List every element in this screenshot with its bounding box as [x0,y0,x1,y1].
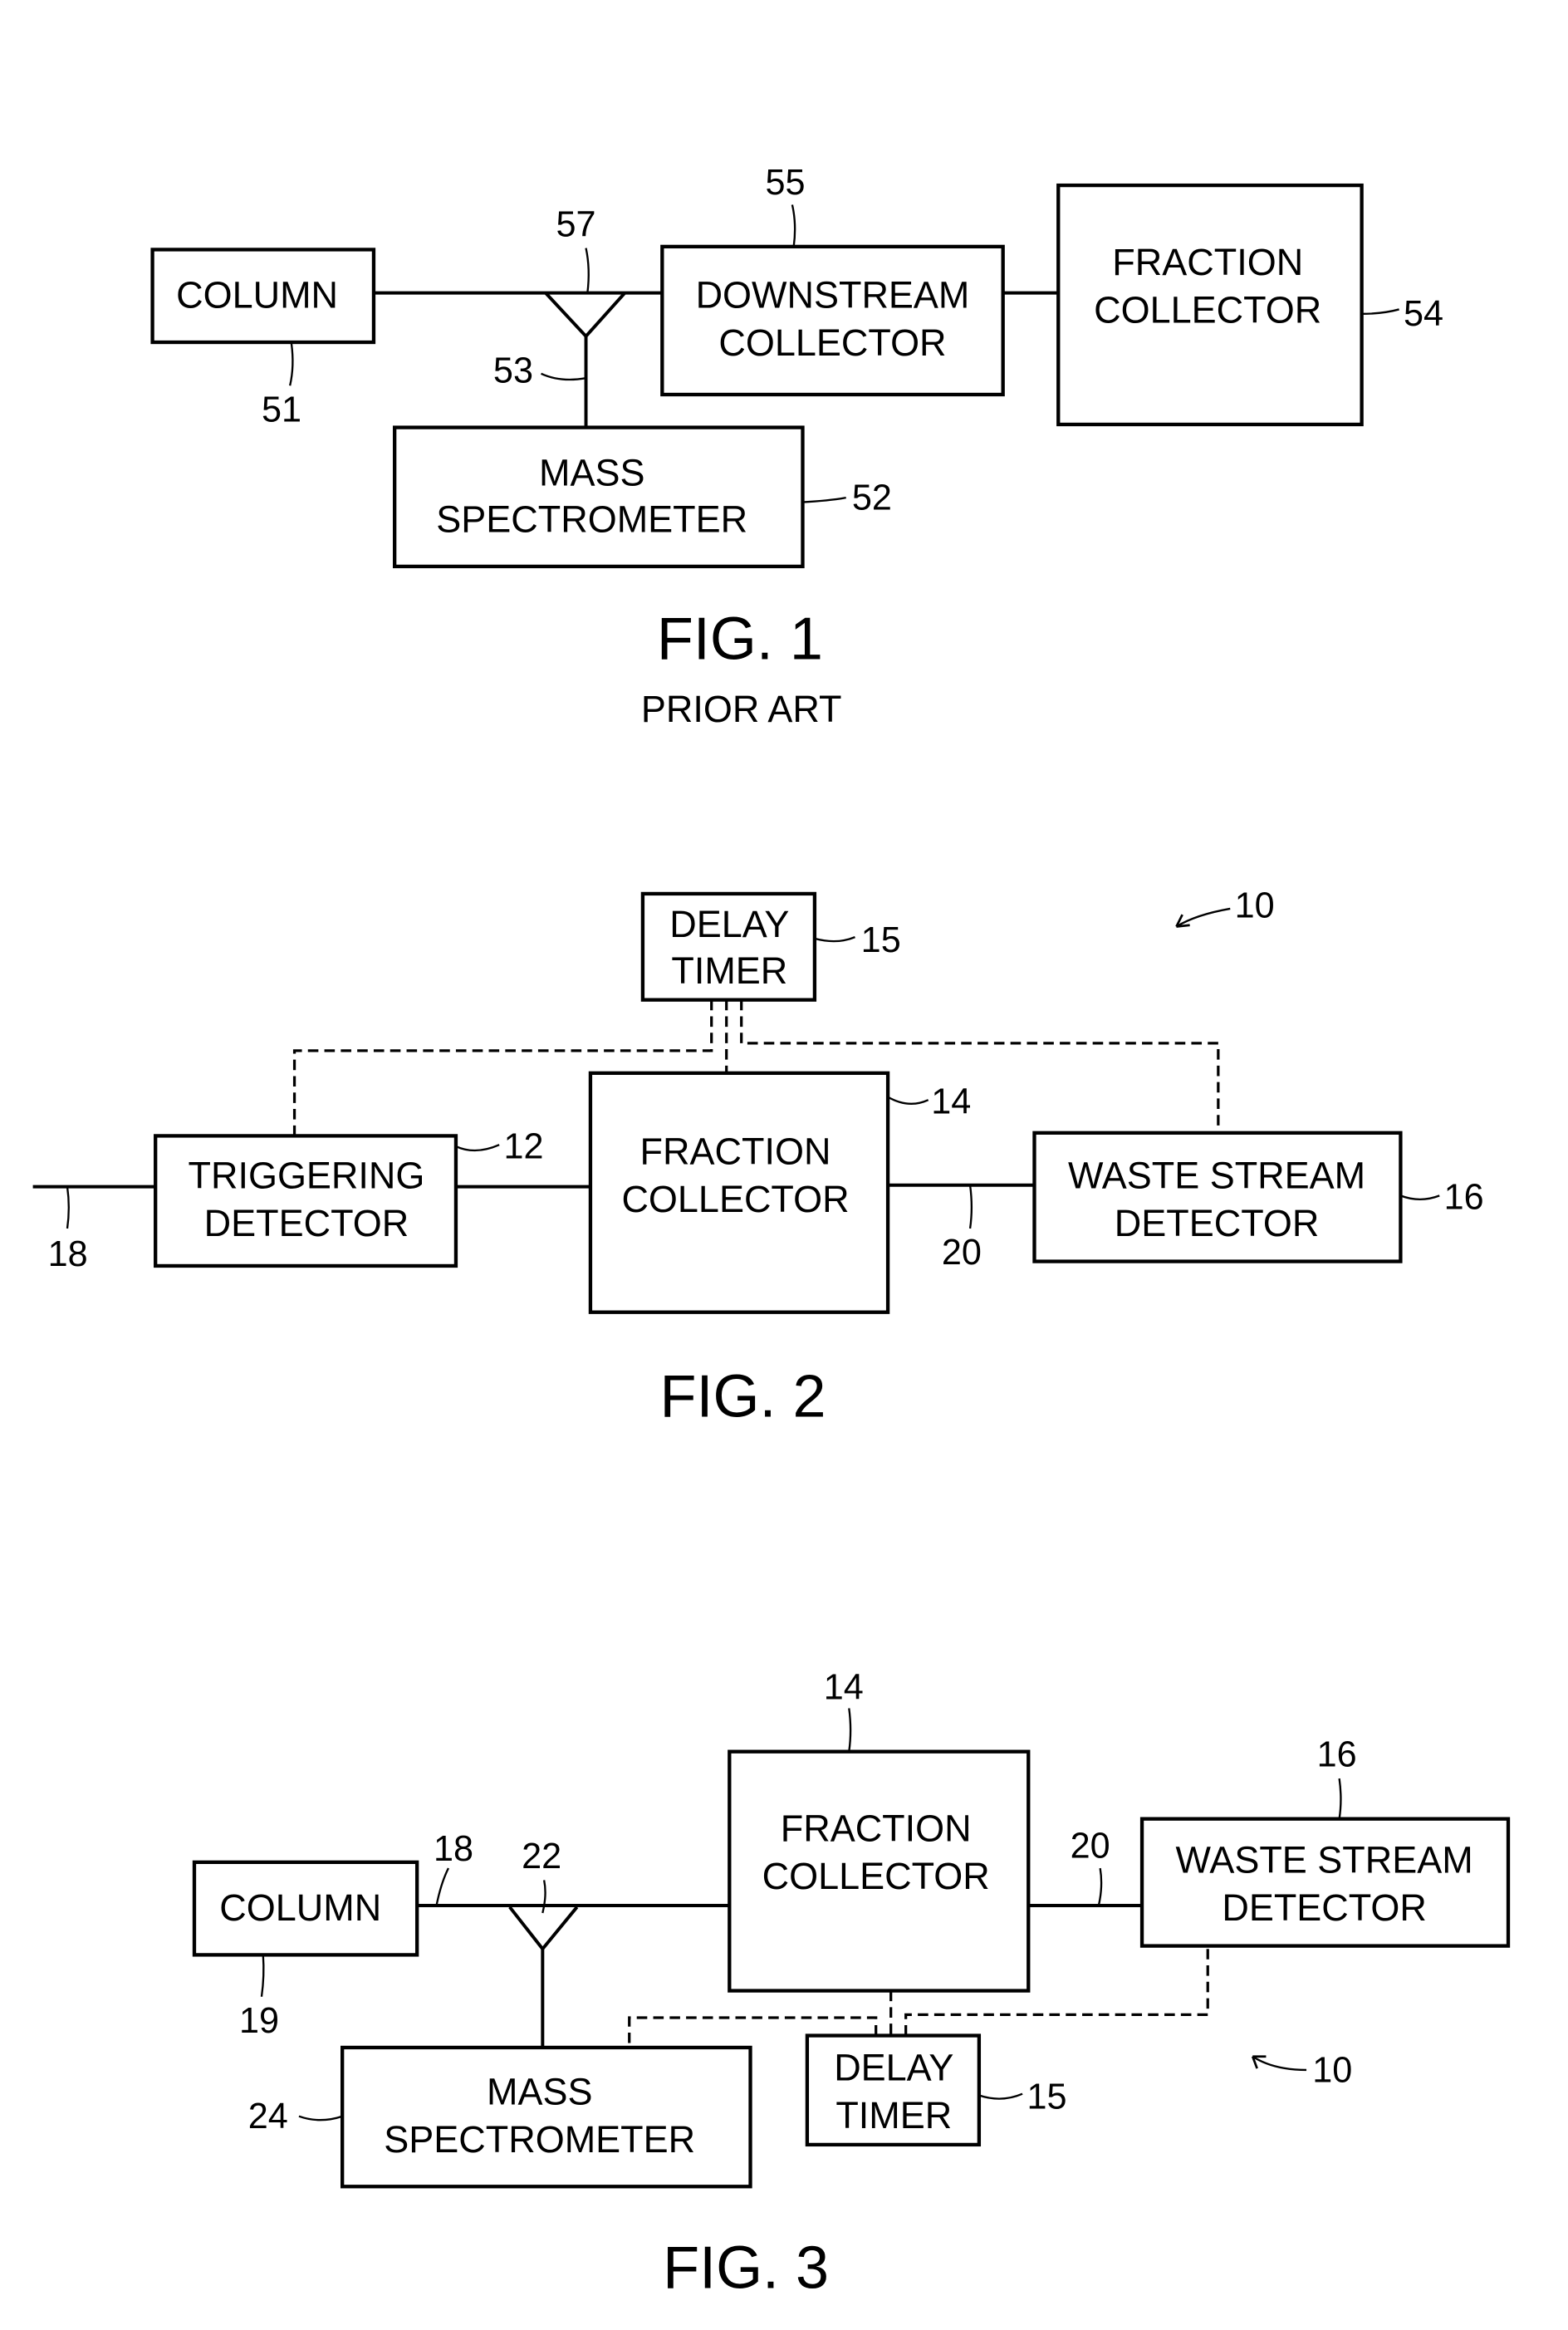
fig1-mass-spec-line1: MASS [539,452,644,494]
fig3-fraction-collector-line1: FRACTION [781,1808,972,1850]
fig1-fraction-ref: 54 [1404,294,1443,334]
fig3-delay-timer-ref: 15 [1027,2077,1066,2117]
fig2-triggering-detector-line2: DETECTOR [204,1202,409,1244]
fig3-mass-spec-box [340,2045,752,2189]
fig1-downstream-line1: DOWNSTREAM [696,274,970,316]
fig2-waste-stream-detector-line1: WASTE STREAM [1068,1154,1365,1196]
fig3-waste-stream-detector-leader [1338,1778,1342,1819]
fig1-downstream-box [660,244,1005,397]
figure-2: DELAY TIMER 15 10 18 TRIGGERING DETECTOR… [32,886,1484,1430]
fig3-mass-spec-line1: MASS [487,2070,592,2112]
fig1-mass-spec-box [392,425,805,569]
fig2-triggering-detector-line1: TRIGGERING [189,1154,425,1196]
fig2-fraction-collector-ref: 14 [931,1082,971,1121]
fig2-outlet-ref: 20 [942,1233,982,1273]
fig3-line-ref: 18 [434,1829,473,1869]
fig3-line-leader [435,1867,449,1906]
fig3-delay-timer-line2: TIMER [835,2094,952,2136]
fig1-mass-spec-line2: SPECTROMETER [436,498,747,541]
fig1-ms-line-leader [541,372,586,381]
fig2-waste-stream-detector-line2: DETECTOR [1115,1202,1320,1244]
fig1-splitter-leader [585,248,590,293]
fig2-caption: FIG. 2 [660,1364,826,1430]
fig1-mass-spec-leader [802,496,846,503]
figure-1: COLUMN 51 57 53 MASS SPECTROMETER 52 DOW… [150,163,1443,730]
fig2-outlet-leader [968,1185,973,1229]
fig3-caption: FIG. 3 [663,2235,829,2302]
fig3-delay-timer-line1: DELAY [834,2047,953,2089]
fig1-downstream-ref: 55 [766,163,806,203]
fig2-delay-timer-line1: DELAY [669,903,789,945]
fig2-fraction-collector-line1: FRACTION [640,1131,831,1173]
fig2-triggering-detector-ref: 12 [504,1126,544,1166]
fig1-ms-line-ref: 53 [493,351,533,391]
fig1-mass-spec-ref: 52 [852,478,892,518]
fig3-splitter-ref: 22 [522,1837,561,1876]
fig2-delay-timer-leader [814,936,855,943]
fig2-waste-stream-detector-leader [1400,1194,1440,1201]
fig3-column-leader [260,1955,265,1997]
fig3-splitter [508,1906,579,1952]
fig1-subcaption: PRIOR ART [641,688,842,730]
fig3-delay-timer-leader [978,2092,1023,2100]
fig1-fraction-leader [1361,308,1399,316]
fig1-caption: FIG. 1 [657,606,823,672]
fig1-splitter-ref: 57 [556,204,596,244]
fig1-column-label: COLUMN [176,274,338,316]
fig2-inlet-ref: 18 [48,1234,88,1274]
fig3-fraction-collector-leader [848,1708,852,1752]
fig3-fraction-collector-line2: COLLECTOR [762,1855,990,1897]
fig2-fraction-collector-line2: COLLECTOR [621,1178,849,1220]
fig1-fraction-line1: FRACTION [1112,241,1303,283]
fig3-mass-spec-leader [298,2115,343,2122]
fig3-outlet-leader [1097,1867,1103,1906]
fig1-downstream-leader [791,204,796,248]
fig3-column-label: COLUMN [219,1886,381,1929]
fig2-waste-stream-detector-ref: 16 [1444,1178,1484,1218]
fig3-waste-stream-detector-ref: 16 [1317,1735,1357,1775]
fig2-fraction-collector-leader [887,1096,929,1105]
fig1-fraction-line2: COLLECTOR [1094,289,1321,331]
patent-drawing-sheet: COLUMN 51 57 53 MASS SPECTROMETER 52 DOW… [32,163,1511,2302]
fig2-system-arrow [1175,907,1231,928]
fig3-mass-spec-line2: SPECTROMETER [384,2118,695,2161]
fig1-column-ref: 51 [262,390,301,429]
fig1-column-leader [289,343,294,386]
fig3-system-arrow [1252,2055,1307,2072]
figure-3: FRACTION COLLECTOR 14 COLUMN 19 18 22 MA… [192,1668,1511,2302]
fig3-column-ref: 19 [239,2001,279,2041]
fig1-downstream-line2: COLLECTOR [718,321,946,364]
fig2-triggering-detector-leader [455,1144,500,1152]
fig3-mass-spec-ref: 24 [248,2097,288,2136]
fig3-outlet-ref: 20 [1071,1826,1110,1866]
fig3-system-ref: 10 [1312,2050,1352,2090]
fig3-waste-stream-detector-line2: DETECTOR [1222,1886,1427,1929]
fig2-inlet-leader [66,1186,70,1229]
fig3-splitter-leader [541,1880,546,1914]
fig2-system-ref: 10 [1235,886,1275,926]
fig2-delay-timer-line2: TIMER [671,949,787,992]
fig3-waste-stream-detector-line1: WASTE STREAM [1176,1838,1473,1881]
fig1-splitter [544,292,626,339]
fig2-delay-timer-ref: 15 [861,920,901,960]
fig3-fraction-collector-ref: 14 [824,1668,864,1708]
